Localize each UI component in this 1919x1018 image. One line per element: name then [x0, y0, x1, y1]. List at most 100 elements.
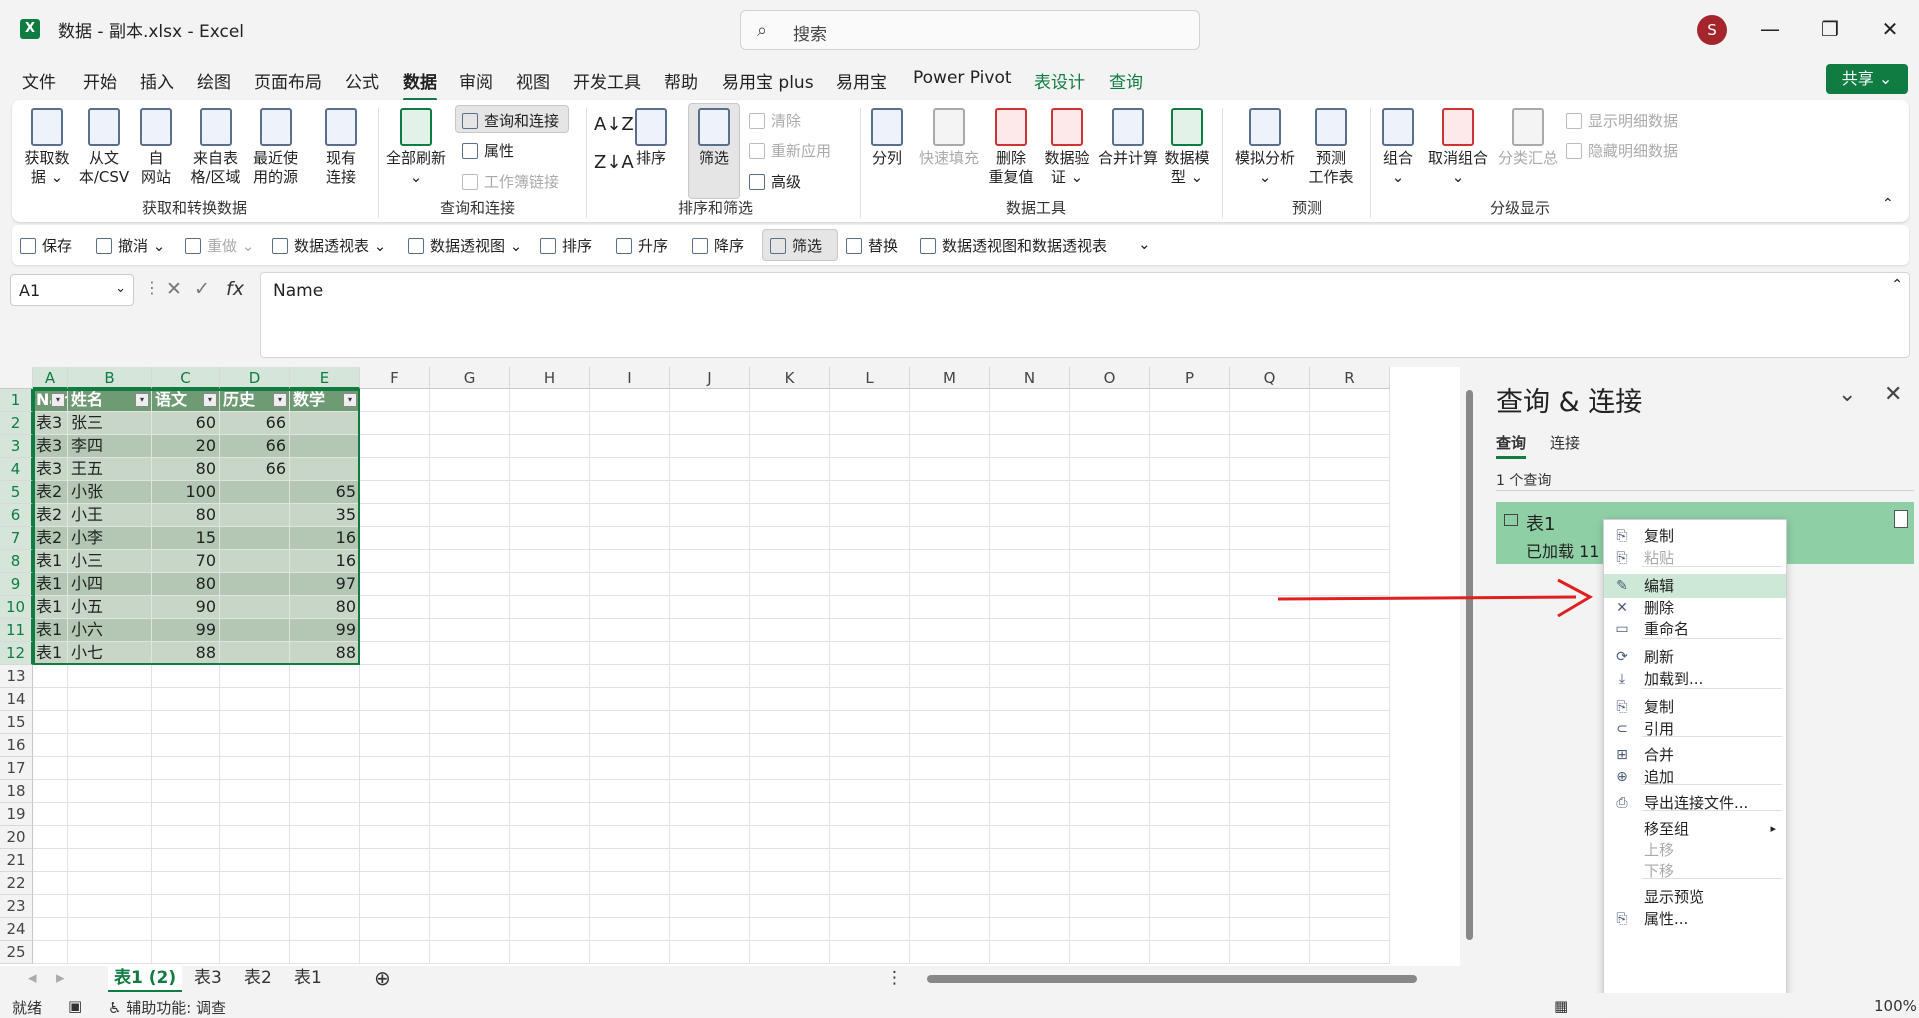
- cell[interactable]: [1150, 757, 1230, 780]
- cell[interactable]: [360, 550, 430, 573]
- column-header-I[interactable]: I: [590, 367, 670, 389]
- cell[interactable]: [1310, 895, 1390, 918]
- cell[interactable]: [68, 757, 152, 780]
- cell[interactable]: [1150, 918, 1230, 941]
- table-cell[interactable]: 66: [220, 458, 290, 481]
- table-cell[interactable]: 表3: [33, 412, 68, 435]
- menu-help[interactable]: 帮助: [664, 68, 698, 93]
- menu-home[interactable]: 开始: [83, 68, 117, 93]
- column-header-E[interactable]: E: [290, 367, 360, 389]
- table-cell[interactable]: [220, 596, 290, 619]
- cell[interactable]: [360, 895, 430, 918]
- filter-dropdown-icon[interactable]: ▾: [51, 393, 65, 407]
- existing-connections-button[interactable]: 现有 连接: [320, 108, 362, 187]
- table-cell[interactable]: 97: [290, 573, 360, 596]
- row-header-18[interactable]: 18: [0, 780, 33, 803]
- cell[interactable]: [33, 665, 68, 688]
- qat-save-button[interactable]: 保存: [20, 235, 72, 256]
- cell[interactable]: [1150, 826, 1230, 849]
- cell[interactable]: [750, 849, 830, 872]
- cell[interactable]: [1070, 527, 1150, 550]
- cell[interactable]: [290, 757, 360, 780]
- cell[interactable]: [360, 826, 430, 849]
- cell[interactable]: [830, 780, 910, 803]
- cell[interactable]: [430, 527, 510, 550]
- search-box[interactable]: ⌕ 搜索: [740, 10, 1200, 50]
- table-cell[interactable]: 80: [152, 504, 220, 527]
- column-header-Q[interactable]: Q: [1230, 367, 1310, 389]
- cell[interactable]: [1310, 734, 1390, 757]
- properties-button[interactable]: 属性: [462, 140, 514, 161]
- cell[interactable]: [910, 481, 990, 504]
- cell[interactable]: [670, 895, 750, 918]
- column-header-B[interactable]: B: [68, 367, 152, 389]
- row-header-23[interactable]: 23: [0, 895, 33, 918]
- restore-button[interactable]: ❐: [1810, 12, 1850, 46]
- cell[interactable]: [220, 918, 290, 941]
- cell[interactable]: [360, 481, 430, 504]
- cell[interactable]: [1310, 941, 1390, 964]
- accessibility-status[interactable]: ♿ 辅助功能: 调查: [108, 997, 226, 1018]
- cell[interactable]: [750, 412, 830, 435]
- cell[interactable]: [220, 711, 290, 734]
- cell[interactable]: [910, 872, 990, 895]
- cell[interactable]: [430, 941, 510, 964]
- cell[interactable]: [1150, 550, 1230, 573]
- sheet-tab-3[interactable]: 表2: [238, 966, 278, 992]
- pane-options-icon[interactable]: ⌄: [1838, 382, 1856, 407]
- cell[interactable]: [990, 780, 1070, 803]
- cell[interactable]: [910, 688, 990, 711]
- cell[interactable]: [510, 941, 590, 964]
- cell[interactable]: [152, 688, 220, 711]
- cell[interactable]: [830, 918, 910, 941]
- cell[interactable]: [360, 757, 430, 780]
- cell[interactable]: [290, 826, 360, 849]
- table-cell[interactable]: 张三: [68, 412, 152, 435]
- menu-page-layout[interactable]: 页面布局: [254, 68, 322, 93]
- cell[interactable]: [68, 734, 152, 757]
- cell[interactable]: [1070, 918, 1150, 941]
- cell[interactable]: [1070, 803, 1150, 826]
- filter-dropdown-icon[interactable]: ▾: [203, 393, 217, 407]
- what-if-button[interactable]: 模拟分析 ⌄: [1232, 108, 1298, 187]
- cell[interactable]: [1070, 596, 1150, 619]
- cell[interactable]: [1310, 918, 1390, 941]
- table-cell[interactable]: [290, 412, 360, 435]
- cell[interactable]: [510, 481, 590, 504]
- table-cell[interactable]: 表1: [33, 596, 68, 619]
- cell[interactable]: [990, 872, 1070, 895]
- cell[interactable]: [590, 711, 670, 734]
- menu-item-rename[interactable]: ▭ 重命名: [1604, 617, 1786, 641]
- cell[interactable]: [1070, 757, 1150, 780]
- menu-item-refresh[interactable]: ⟳ 刷新: [1604, 645, 1786, 669]
- cell[interactable]: [590, 619, 670, 642]
- cell[interactable]: [670, 688, 750, 711]
- cell[interactable]: [910, 527, 990, 550]
- filter-dropdown-icon[interactable]: ▾: [343, 393, 357, 407]
- cell[interactable]: [68, 780, 152, 803]
- cell[interactable]: [990, 895, 1070, 918]
- cell[interactable]: [1150, 803, 1230, 826]
- cell[interactable]: [670, 550, 750, 573]
- cell[interactable]: [590, 872, 670, 895]
- avatar[interactable]: S: [1697, 15, 1727, 45]
- cell[interactable]: [510, 918, 590, 941]
- cell[interactable]: [910, 642, 990, 665]
- cell[interactable]: [1150, 481, 1230, 504]
- qat-descending-button[interactable]: 降序: [692, 235, 744, 256]
- cell[interactable]: [990, 757, 1070, 780]
- minimize-button[interactable]: —: [1750, 12, 1790, 46]
- table-header-cell[interactable]: 历史 ▾: [220, 389, 290, 412]
- cell[interactable]: [68, 688, 152, 711]
- table-cell[interactable]: 65: [290, 481, 360, 504]
- row-header-11[interactable]: 11: [0, 619, 33, 642]
- column-header-D[interactable]: D: [220, 367, 290, 389]
- cell[interactable]: [590, 642, 670, 665]
- cell[interactable]: [830, 550, 910, 573]
- cell[interactable]: [910, 550, 990, 573]
- cell[interactable]: [1230, 941, 1310, 964]
- qat-replace-button[interactable]: 替换: [846, 235, 898, 256]
- cell[interactable]: [910, 619, 990, 642]
- cell[interactable]: [68, 941, 152, 964]
- from-web-button[interactable]: 自网站: [136, 108, 176, 187]
